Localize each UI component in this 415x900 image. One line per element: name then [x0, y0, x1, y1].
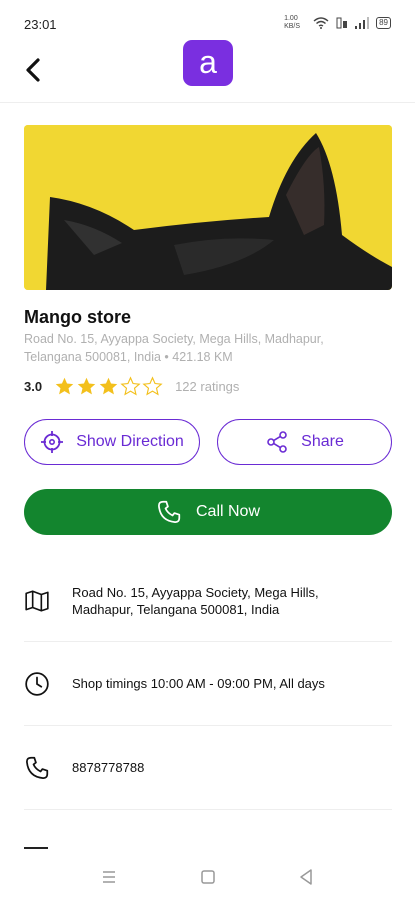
- back-arrow-icon[interactable]: [18, 52, 50, 88]
- app-bar: a: [0, 40, 415, 103]
- map-icon: [25, 589, 49, 612]
- battery-icon: 89: [376, 17, 391, 29]
- signal-icon: [355, 17, 370, 29]
- back-nav-icon[interactable]: [294, 865, 318, 889]
- star-filled-icon: [55, 377, 74, 394]
- show-direction-label: Show Direction: [76, 433, 184, 450]
- crosshair-icon: [41, 431, 64, 453]
- share-icon: [267, 431, 287, 453]
- star-filled-icon: [77, 377, 96, 394]
- show-direction-button[interactable]: Show Direction: [24, 419, 200, 465]
- share-button[interactable]: Share: [217, 419, 392, 465]
- clock-icon: [25, 671, 49, 696]
- home-nav-icon[interactable]: [196, 865, 220, 889]
- call-now-label: Call Now: [195, 503, 260, 520]
- phone-icon: [26, 756, 49, 779]
- system-navigation-bar: [0, 855, 415, 900]
- store-name: Mango store: [24, 307, 132, 327]
- rating-row: 3.0 122 ratings: [24, 375, 239, 397]
- rating-value: 3.0: [24, 378, 43, 394]
- menu-nav-icon[interactable]: [97, 865, 121, 889]
- cat-photo: [24, 125, 392, 290]
- call-now-button[interactable]: Call Now: [24, 489, 392, 535]
- sim-icon: [336, 17, 348, 29]
- star-filled-icon: [99, 377, 118, 394]
- address-row: Road No. 15, Ayyappa Society, Mega Hills…: [24, 560, 392, 642]
- rating-count: 122 ratings: [175, 378, 240, 394]
- timings-row: Shop timings 10:00 AM - 09:00 PM, All da…: [24, 642, 392, 726]
- phone-text: 8878778788: [72, 760, 145, 775]
- rating-stars: [54, 375, 163, 397]
- share-label: Share: [301, 433, 344, 450]
- status-icons: 1.00 KB/S 89: [284, 15, 391, 31]
- star-empty-icon: [142, 375, 163, 396]
- app-logo: a: [183, 40, 233, 86]
- wifi-icon: [313, 17, 329, 29]
- status-bar: 23:01 1.00 KB/S 89: [0, 0, 415, 40]
- phone-row[interactable]: 8878778788: [24, 726, 392, 810]
- network-speed: 1.00 KB/S: [284, 15, 301, 30]
- store-banner-image: [24, 125, 392, 290]
- phone-icon: [158, 500, 181, 523]
- store-address-summary: Road No. 15, Ayyappa Society, Mega Hills…: [24, 332, 324, 364]
- next-row-icon-peek: [24, 847, 48, 849]
- timings-text: Shop timings 10:00 AM - 09:00 PM, All da…: [72, 676, 325, 691]
- star-empty-icon: [120, 375, 141, 396]
- address-text: Road No. 15, Ayyappa Society, Mega Hills…: [72, 584, 319, 617]
- status-time: 23:01: [24, 17, 57, 32]
